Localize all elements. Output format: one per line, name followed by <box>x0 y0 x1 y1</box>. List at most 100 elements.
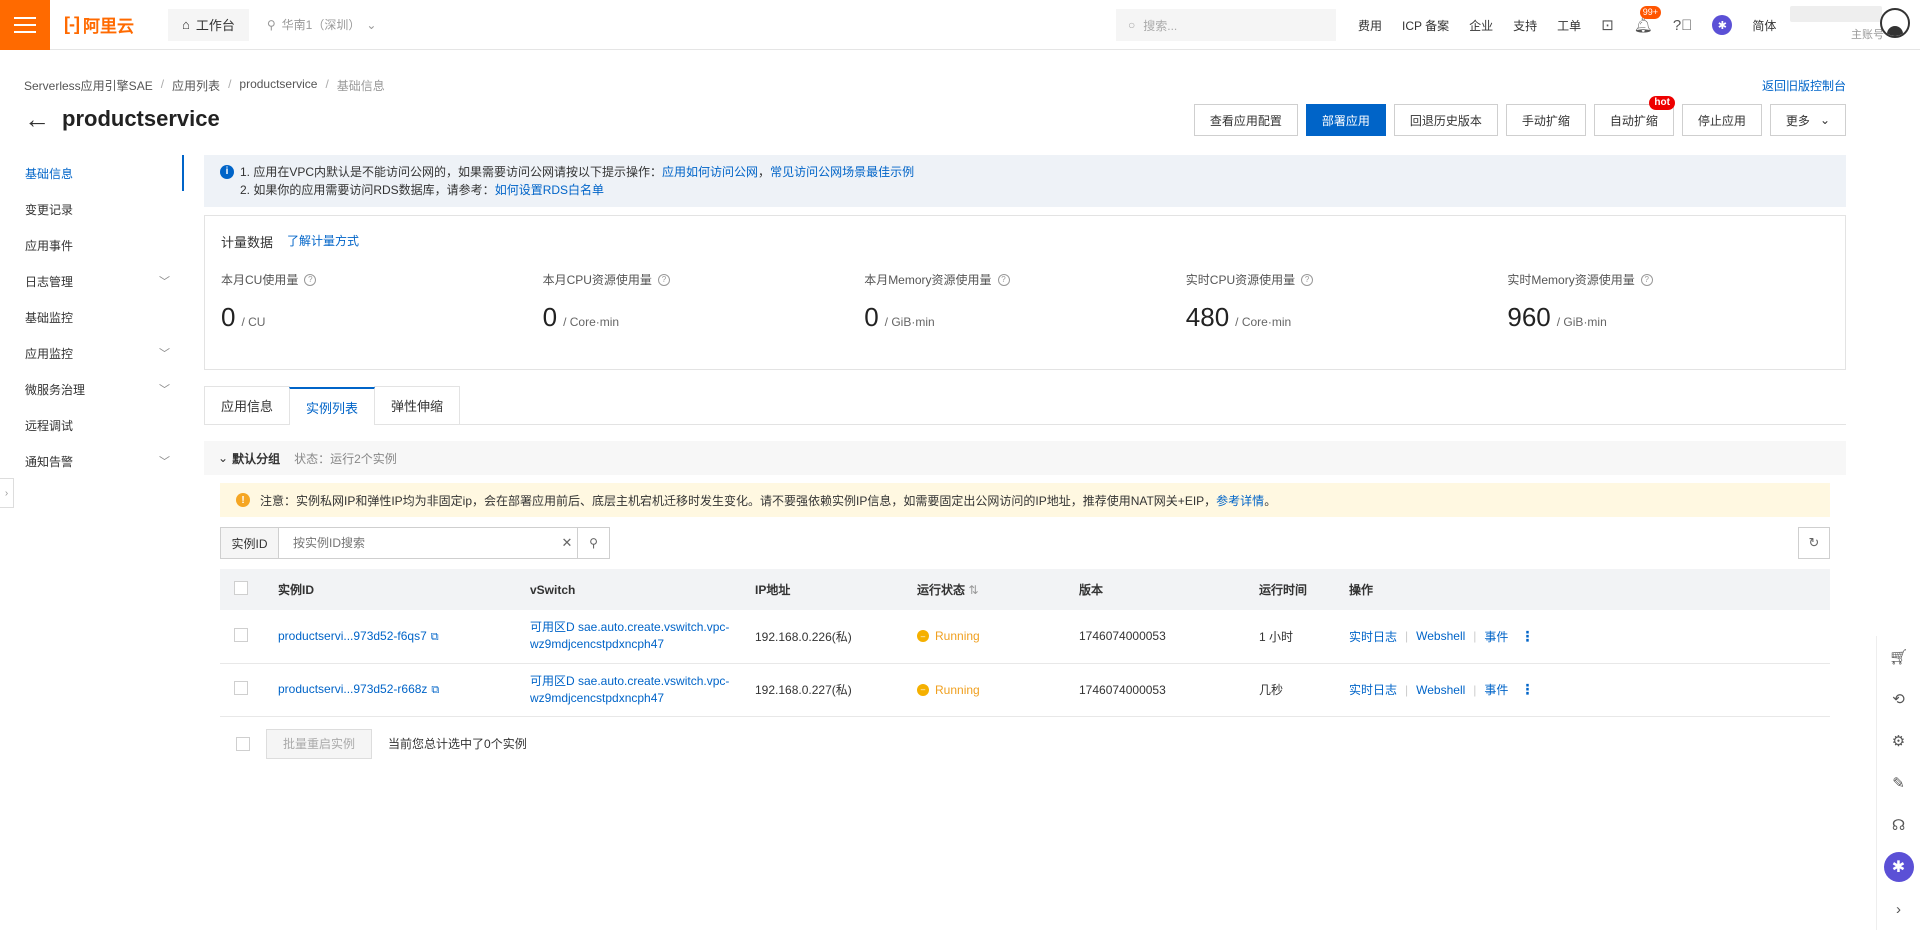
realtime-log-link[interactable]: 实时日志 <box>1349 681 1397 698</box>
link-public-access[interactable]: 应用如何访问公网 <box>662 165 758 179</box>
headset-icon[interactable]: ☊ <box>1892 804 1905 846</box>
col-ip: IP地址 <box>755 583 791 597</box>
chevron-down-icon: ⌄ <box>1819 113 1830 127</box>
nav-icp[interactable]: ICP 备案 <box>1402 17 1449 34</box>
filter-type-select[interactable]: 实例ID <box>221 528 279 558</box>
help-icon[interactable]: ? <box>657 273 670 286</box>
menu-icon[interactable] <box>0 0 50 50</box>
refresh-icon[interactable]: ↻ <box>1798 527 1830 559</box>
language-switch[interactable]: 简体 <box>1752 17 1776 34</box>
sort-icon[interactable]: ⇅ <box>968 583 978 597</box>
footer-select-checkbox[interactable] <box>236 736 250 751</box>
sidenav-item-alerts[interactable]: 通知告警 ﹀ <box>0 443 184 479</box>
webshell-link[interactable]: Webshell <box>1416 683 1465 697</box>
tab-instance-list[interactable]: 实例列表 <box>289 387 376 425</box>
more-vertical-icon[interactable]: ⋮ <box>1520 628 1534 645</box>
status-badge: – Running <box>917 629 1079 643</box>
col-status[interactable]: 运行状态 ⇅ <box>917 569 1079 610</box>
sidenav-item-change-records[interactable]: 变更记录 <box>0 191 184 227</box>
back-arrow-icon[interactable]: ← <box>24 106 50 132</box>
sidenav-label: 应用事件 <box>25 238 74 253</box>
old-console-link[interactable]: 返回旧版控制台 <box>1762 77 1846 94</box>
help-icon[interactable]: ? <box>1640 273 1653 286</box>
sidenav-item-log-management[interactable]: 日志管理 ﹀ <box>0 263 184 299</box>
copy-icon[interactable]: ⧉ <box>431 684 439 696</box>
deploy-button[interactable]: 部署应用 <box>1305 104 1386 136</box>
instance-search-input[interactable] <box>279 528 557 558</box>
nav-support[interactable]: 支持 <box>1513 17 1537 34</box>
link-public-access-examples[interactable]: 常见访问公网场景最佳示例 <box>770 165 914 179</box>
warning-body: 注意：实例私网IP和弹性IP均为非固定ip，会在部署应用前后、底层主机宕机迁移时… <box>260 493 1217 508</box>
help-icon[interactable]: ? <box>997 273 1010 286</box>
vswitch-link[interactable]: 可用区D sae.auto.create.vswitch.vpc-wz9mdjc… <box>530 674 729 705</box>
sidenav-item-basic-info[interactable]: 基础信息 <box>0 155 184 191</box>
nav-ticket[interactable]: 工单 <box>1557 17 1581 34</box>
clear-icon[interactable]: ✕ <box>557 528 577 558</box>
breadcrumb-app-list[interactable]: 应用列表 <box>172 77 220 94</box>
bell-icon[interactable]: 🔔︎ 99+ <box>1634 6 1662 34</box>
aliyun-logo[interactable]: [-] 阿里云 <box>64 12 134 37</box>
view-config-button[interactable]: 查看应用配置 <box>1193 104 1298 136</box>
events-link[interactable]: 事件 <box>1484 681 1508 698</box>
sidebar-collapse-toggle[interactable]: › <box>0 478 14 508</box>
metering-doc-link[interactable]: 了解计量方式 <box>287 232 359 251</box>
sidenav-label: 微服务治理 <box>25 382 86 397</box>
auto-scale-button[interactable]: 自动扩缩 hot <box>1593 96 1675 136</box>
batch-restart-button[interactable]: 批量重启实例 <box>266 728 373 759</box>
nav-enterprise[interactable]: 企业 <box>1469 17 1493 34</box>
edit-icon[interactable]: ✎ <box>1892 762 1905 804</box>
chevron-right-icon[interactable]: › <box>1896 888 1901 930</box>
link-rds-whitelist[interactable]: 如何设置RDS白名单 <box>495 183 604 197</box>
sidenav-item-remote-debug[interactable]: 远程调试 <box>0 407 184 443</box>
account-info[interactable]: 主账号 <box>1790 6 1890 42</box>
sidenav-label: 变更记录 <box>25 202 74 217</box>
select-all-checkbox[interactable] <box>234 581 248 595</box>
tab-elastic-scaling[interactable]: 弹性伸缩 <box>374 386 461 424</box>
sidenav-item-basic-monitor[interactable]: 基础监控 <box>0 299 184 335</box>
more-button[interactable]: 更多 ⌄ <box>1769 104 1846 136</box>
user-avatar-icon[interactable] <box>1880 8 1910 38</box>
sidenav-item-microservice[interactable]: 微服务治理 ﹀ <box>0 371 184 407</box>
instance-table: 实例ID vSwitch IP地址 运行状态 ⇅ 版本 运行时间 操作 prod… <box>220 569 1830 717</box>
global-search[interactable]: ○ 搜索... <box>1116 9 1336 41</box>
group-header[interactable]: ⌄ 默认分组 状态：运行2个实例 <box>204 441 1846 475</box>
breadcrumb-app[interactable]: productservice <box>239 77 317 94</box>
vswitch-link[interactable]: 可用区D sae.auto.create.vswitch.vpc-wz9mdjc… <box>530 620 729 651</box>
assistant-icon[interactable]: ✱ <box>1712 15 1733 35</box>
realtime-log-link[interactable]: 实时日志 <box>1349 628 1397 645</box>
assistant-avatar-icon[interactable]: ✱ <box>1883 846 1914 888</box>
terminal-icon[interactable]: ⊡ <box>1601 16 1614 34</box>
events-link[interactable]: 事件 <box>1484 628 1508 645</box>
more-vertical-icon[interactable]: ⋮ <box>1520 681 1534 698</box>
help-icon[interactable]: ?⃝ <box>1673 17 1693 34</box>
sidenav-item-app-events[interactable]: 应用事件 <box>0 227 184 263</box>
metric-label: 本月CU使用量 <box>221 273 299 287</box>
nav-cost[interactable]: 费用 <box>1358 17 1382 34</box>
row-checkbox[interactable] <box>234 627 248 642</box>
copy-icon[interactable]: ⧉ <box>431 631 439 643</box>
cart-icon[interactable]: 🛒︎ <box>1889 636 1908 678</box>
tab-app-info[interactable]: 应用信息 <box>204 386 291 424</box>
help-icon[interactable]: ? <box>304 273 317 286</box>
stop-app-button[interactable]: 停止应用 <box>1681 104 1762 136</box>
metric-value: 0 <box>864 302 879 332</box>
breadcrumb-current: 基础信息 <box>336 79 385 93</box>
rollback-button[interactable]: 回退历史版本 <box>1393 104 1498 136</box>
manual-scale-button[interactable]: 手动扩缩 <box>1505 104 1586 136</box>
instance-id-link[interactable]: productservi...973d52-r668z <box>278 682 427 696</box>
info-icon: i <box>220 165 234 179</box>
gear-icon[interactable]: ⚙ <box>1892 720 1905 762</box>
sidenav-item-app-monitor[interactable]: 应用监控 ﹀ <box>0 335 184 371</box>
help-icon[interactable]: ? <box>1301 273 1314 286</box>
instance-id-link[interactable]: productservi...973d52-f6qs7 <box>278 629 427 643</box>
region-selector[interactable]: ⚲ 华南1（深圳） ⌄ <box>267 16 377 33</box>
chevron-down-icon[interactable]: ⌄ <box>218 451 228 465</box>
webshell-link[interactable]: Webshell <box>1416 629 1465 643</box>
workbench-button[interactable]: ⌂ 工作台 <box>167 8 249 41</box>
warning-details-link[interactable]: 参考详情 <box>1216 494 1264 508</box>
breadcrumb-sae[interactable]: Serverless应用引擎SAE <box>24 77 153 94</box>
search-icon[interactable]: ⚲ <box>577 528 609 558</box>
row-checkbox[interactable] <box>234 681 248 695</box>
auto-scale-label: 自动扩缩 <box>1609 113 1658 128</box>
api-icon[interactable]: ⟲ <box>1892 678 1905 720</box>
